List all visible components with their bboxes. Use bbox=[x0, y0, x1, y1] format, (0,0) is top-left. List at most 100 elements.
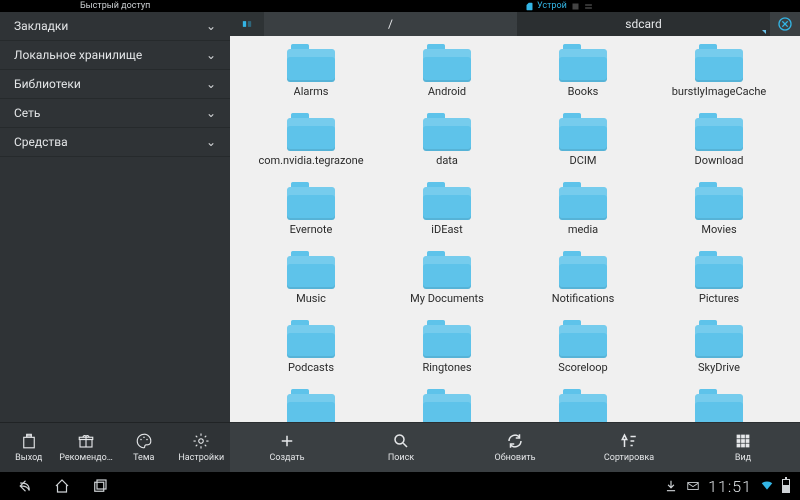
folder-icon bbox=[695, 44, 743, 82]
folder-grid[interactable]: Alarms Android Books burstlyImageCache com.n… bbox=[230, 36, 800, 422]
settings-button[interactable]: Настройки bbox=[173, 422, 231, 472]
folder-icon bbox=[695, 389, 743, 422]
folder-item[interactable]: Download bbox=[656, 113, 782, 178]
dropdown-indicator-icon bbox=[762, 30, 766, 34]
search-button[interactable]: Поиск bbox=[344, 423, 458, 472]
folder-item[interactable]: SkyDrive bbox=[656, 320, 782, 385]
quick-access-label: Быстрый доступ bbox=[80, 1, 150, 11]
view-button[interactable]: Вид bbox=[686, 423, 800, 472]
folder-item[interactable]: Books bbox=[520, 44, 646, 109]
folder-icon bbox=[695, 320, 743, 358]
exit-icon bbox=[20, 432, 38, 450]
breadcrumb-current[interactable]: sdcard bbox=[517, 12, 770, 36]
folder-item[interactable]: burstlyImageCache bbox=[656, 44, 782, 109]
app-top-strip: Быстрый доступ Устрой bbox=[0, 0, 800, 12]
recommend-button[interactable]: Рекомендов… bbox=[58, 422, 116, 472]
storage2-icon bbox=[584, 2, 593, 11]
folder-item[interactable]: Evernote bbox=[248, 182, 374, 247]
folder-icon bbox=[695, 182, 743, 220]
folder-icon bbox=[559, 113, 607, 151]
folder-icon bbox=[695, 251, 743, 289]
breadcrumb-label: / bbox=[388, 17, 393, 31]
close-tab-button[interactable] bbox=[770, 12, 800, 36]
sidebar-item-local-storage[interactable]: Локальное хранилище ⌄ bbox=[0, 41, 230, 70]
folder-label: Download bbox=[695, 154, 744, 178]
nav-back-button[interactable] bbox=[14, 476, 34, 496]
folder-label: burstlyImageCache bbox=[672, 85, 767, 109]
create-button[interactable]: Создать bbox=[230, 423, 344, 472]
folder-item[interactable]: data bbox=[384, 113, 510, 178]
folder-label: iDEast bbox=[431, 223, 462, 247]
folder-icon bbox=[695, 113, 743, 151]
sort-button[interactable]: Сортировка bbox=[572, 423, 686, 472]
download-notification-icon[interactable] bbox=[664, 479, 678, 493]
dual-pane-icon bbox=[242, 15, 252, 33]
chevron-down-icon: ⌄ bbox=[206, 135, 216, 149]
button-label: Выход bbox=[15, 453, 42, 463]
folder-label: Scoreloop bbox=[558, 361, 607, 385]
breadcrumb-root[interactable]: / bbox=[264, 12, 517, 36]
search-icon bbox=[392, 432, 410, 450]
folder-icon bbox=[559, 182, 607, 220]
content-area: / sdcard Alarms Android Books burstlyImageC… bbox=[230, 12, 800, 472]
button-label: Вид bbox=[735, 453, 751, 463]
folder-label: Books bbox=[568, 85, 599, 109]
folder-label: Pictures bbox=[699, 292, 739, 316]
folder-label: Podcasts bbox=[288, 361, 334, 385]
folder-label: Movies bbox=[701, 223, 736, 247]
folder-icon bbox=[287, 251, 335, 289]
folder-label: data bbox=[436, 154, 458, 178]
folder-item[interactable]: Android bbox=[384, 44, 510, 109]
chevron-down-icon: ⌄ bbox=[206, 19, 216, 33]
sidebar-item-libraries[interactable]: Библиотеки ⌄ bbox=[0, 70, 230, 99]
wifi-icon bbox=[760, 478, 774, 495]
exit-button[interactable]: Выход bbox=[0, 422, 58, 472]
recent-apps-icon bbox=[91, 477, 109, 495]
folder-item[interactable] bbox=[248, 389, 374, 422]
folder-item[interactable] bbox=[656, 389, 782, 422]
plus-icon bbox=[278, 432, 296, 450]
chevron-down-icon: ⌄ bbox=[206, 77, 216, 91]
folder-item[interactable]: Scoreloop bbox=[520, 320, 646, 385]
folder-icon bbox=[287, 320, 335, 358]
folder-item[interactable] bbox=[384, 389, 510, 422]
folder-item[interactable]: Movies bbox=[656, 182, 782, 247]
panel-toggle-button[interactable] bbox=[230, 12, 264, 36]
folder-item[interactable]: Ringtones bbox=[384, 320, 510, 385]
folder-label: Android bbox=[428, 85, 466, 109]
palette-icon bbox=[135, 432, 153, 450]
folder-item[interactable]: media bbox=[520, 182, 646, 247]
mail-notification-icon[interactable] bbox=[686, 479, 700, 493]
folder-label: Alarms bbox=[294, 85, 329, 109]
folder-icon bbox=[423, 389, 471, 422]
folder-item[interactable]: Notifications bbox=[520, 251, 646, 316]
folder-item[interactable]: Podcasts bbox=[248, 320, 374, 385]
folder-item[interactable]: Alarms bbox=[248, 44, 374, 109]
folder-label: Evernote bbox=[290, 223, 333, 247]
nav-recent-button[interactable] bbox=[90, 476, 110, 496]
folder-item[interactable]: com.nvidia.tegrazone bbox=[248, 113, 374, 178]
sidebar-item-network[interactable]: Сеть ⌄ bbox=[0, 99, 230, 128]
theme-button[interactable]: Тема bbox=[115, 422, 173, 472]
folder-item[interactable]: My Documents bbox=[384, 251, 510, 316]
sdcard-icon bbox=[525, 2, 534, 11]
close-icon bbox=[777, 16, 793, 32]
folder-item[interactable] bbox=[520, 389, 646, 422]
folder-item[interactable]: Pictures bbox=[656, 251, 782, 316]
back-icon bbox=[15, 477, 33, 495]
breadcrumb-label: sdcard bbox=[625, 17, 662, 31]
refresh-button[interactable]: Обновить bbox=[458, 423, 572, 472]
system-nav-bar: 11:51 bbox=[0, 472, 800, 500]
folder-icon bbox=[423, 44, 471, 82]
folder-item[interactable]: Music bbox=[248, 251, 374, 316]
folder-label: SkyDrive bbox=[698, 361, 740, 385]
chevron-down-icon: ⌄ bbox=[206, 48, 216, 62]
folder-label: media bbox=[568, 223, 598, 247]
nav-home-button[interactable] bbox=[52, 476, 72, 496]
folder-item[interactable]: DCIM bbox=[520, 113, 646, 178]
sidebar-item-tools[interactable]: Средства ⌄ bbox=[0, 128, 230, 157]
folder-item[interactable]: iDEast bbox=[384, 182, 510, 247]
folder-label: DCIM bbox=[570, 154, 597, 178]
storage-icon bbox=[571, 2, 580, 11]
sidebar-item-bookmarks[interactable]: Закладки ⌄ bbox=[0, 12, 230, 41]
